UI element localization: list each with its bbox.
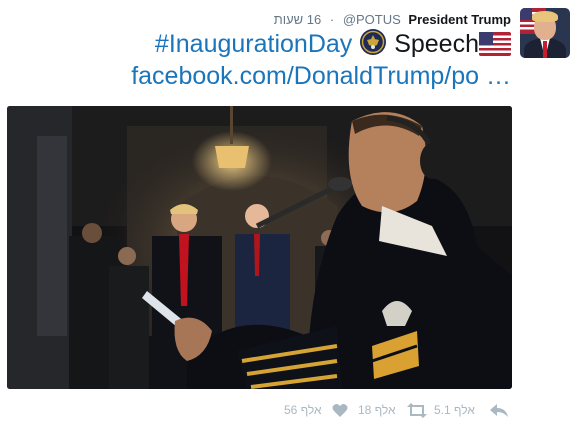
retweet-icon bbox=[407, 403, 427, 419]
avatar[interactable] bbox=[520, 8, 570, 58]
timestamp[interactable]: 16 שעות bbox=[274, 11, 322, 29]
retweet-button[interactable] bbox=[406, 400, 428, 420]
like-icon bbox=[332, 404, 348, 418]
like-button[interactable] bbox=[332, 400, 348, 420]
extra-count-action[interactable]: 56 אלף bbox=[284, 400, 322, 420]
us-flag-icon bbox=[479, 32, 511, 56]
hashtag-link[interactable]: #InaugurationDay bbox=[155, 30, 352, 58]
extra-count: 56 אלף bbox=[284, 403, 322, 417]
separator: · bbox=[329, 11, 335, 27]
reply-icon bbox=[490, 403, 508, 417]
inauguration-photo[interactable] bbox=[7, 106, 512, 389]
like-count: 18 אלף bbox=[358, 403, 396, 417]
tweet: President Trump @POTUS · 16 שעות #Inaugu… bbox=[0, 0, 583, 430]
speech-word: Speech bbox=[394, 30, 479, 58]
presidential-seal-icon bbox=[360, 29, 387, 55]
reply-button[interactable] bbox=[490, 400, 508, 420]
retweet-count-action[interactable]: 5.1 אלף bbox=[434, 400, 475, 420]
tweet-text: #InaugurationDay Speech facebook.com/Don… bbox=[91, 28, 511, 92]
tweet-header: President Trump @POTUS · 16 שעות bbox=[274, 10, 511, 28]
facebook-link[interactable]: facebook.com/DonaldTrump/po … bbox=[131, 62, 511, 90]
display-name[interactable]: President Trump bbox=[408, 11, 511, 29]
handle[interactable]: @POTUS bbox=[343, 11, 401, 29]
retweet-count: 5.1 אלף bbox=[434, 403, 475, 417]
like-count-action[interactable]: 18 אלף bbox=[358, 400, 396, 420]
